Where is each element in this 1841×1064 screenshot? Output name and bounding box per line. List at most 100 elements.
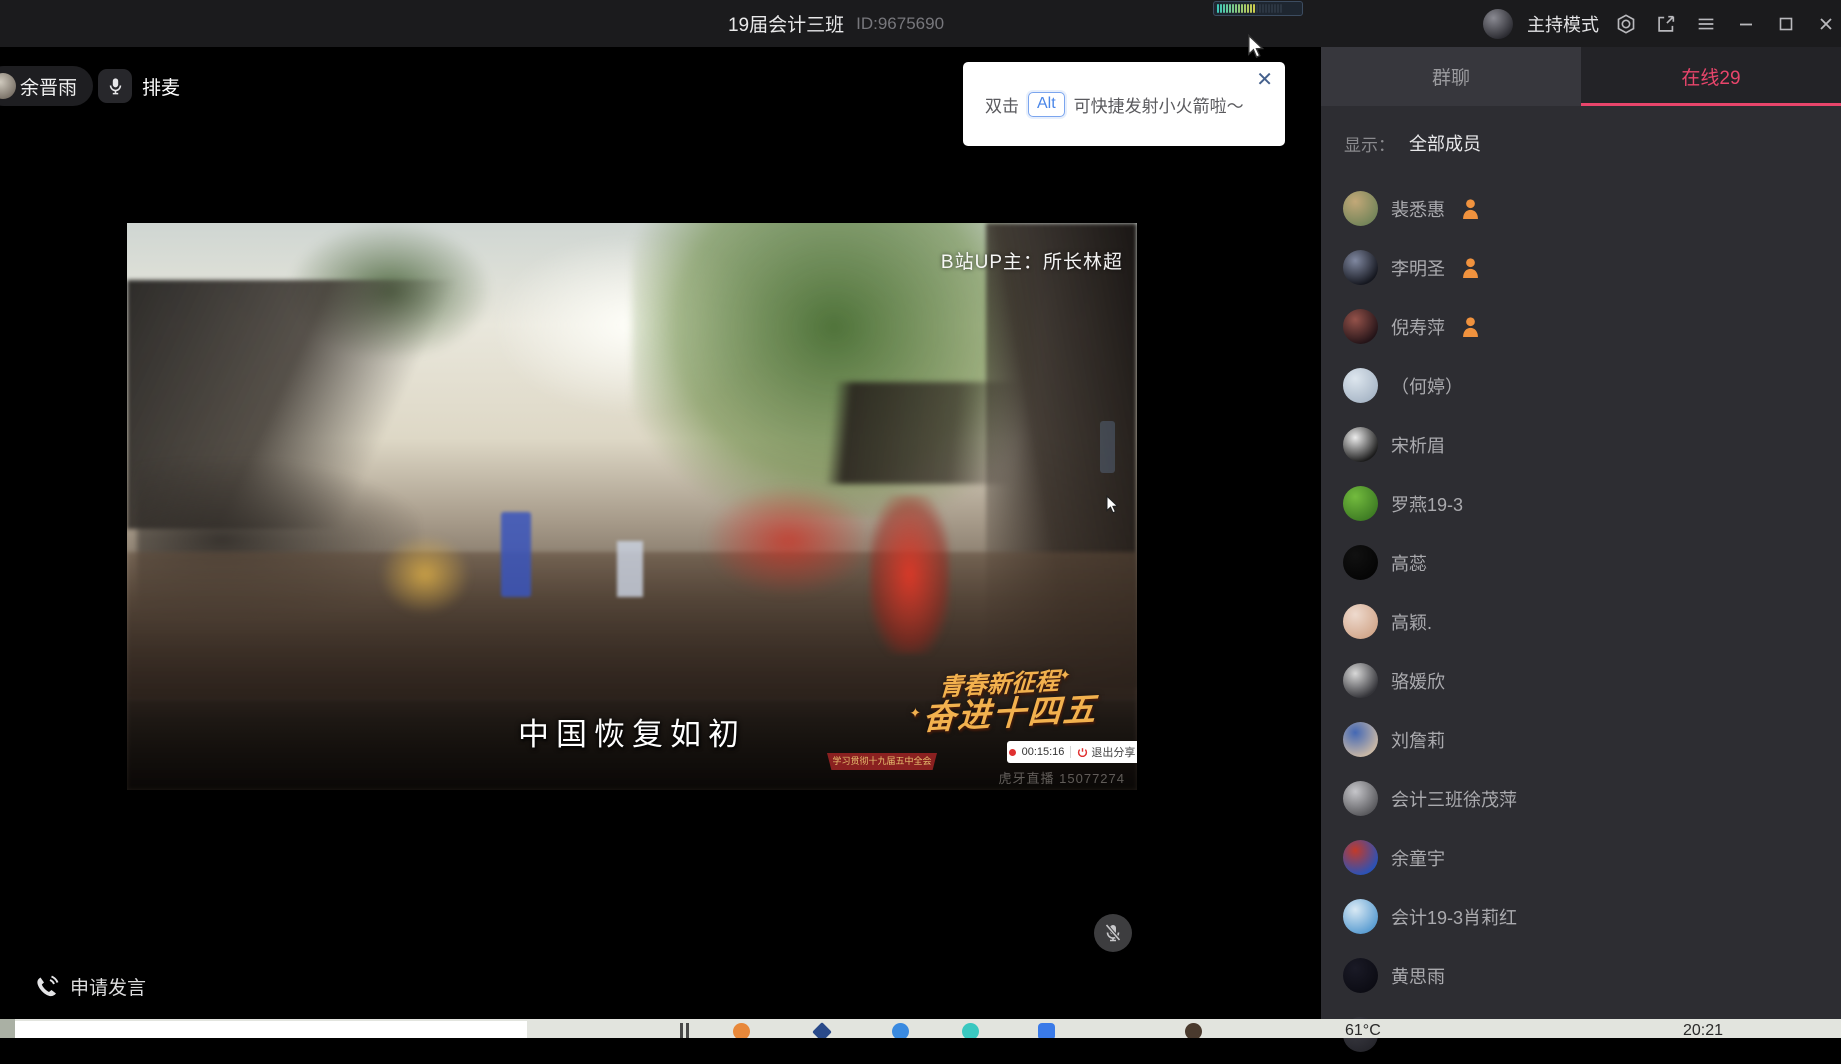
member-list-item[interactable]: 黄思雨 (1321, 946, 1841, 1005)
member-list-item[interactable]: 高颖. (1321, 592, 1841, 651)
video-stage: 余晋雨 排麦 B (0, 47, 1321, 1019)
avatar (0, 73, 16, 99)
member-list-item[interactable]: 高蕊 (1321, 533, 1841, 592)
member-name: 会计19-3肖莉红 (1391, 904, 1517, 930)
member-name: 刘詹莉 (1391, 727, 1445, 753)
member-list-item[interactable]: 罗燕19-3 (1321, 474, 1841, 533)
taskbar-clock[interactable]: 20:21 (1683, 1022, 1723, 1038)
member-list-item[interactable]: 骆媛欣 (1321, 651, 1841, 710)
settings-gear-icon[interactable] (1613, 11, 1639, 37)
power-icon (1077, 747, 1088, 758)
member-list: 裴悉惠 李明圣 倪寿萍 （何婷） 宋析眉 (1321, 179, 1841, 1064)
filter-label: 显示： (1344, 131, 1395, 156)
call-icon (34, 974, 60, 1000)
host-mode-label[interactable]: 主持模式 (1527, 11, 1599, 37)
member-filter-row: 显示： 全部成员 (1344, 130, 1481, 156)
request-speak-label: 申请发言 (70, 973, 146, 1000)
video-side-tab[interactable] (1100, 421, 1115, 473)
mic-queue-label: 排麦 (142, 73, 180, 100)
member-avatar (1343, 486, 1378, 521)
page-title: 19届会计三班 (728, 10, 844, 37)
tab-online-members[interactable]: 在线29 (1581, 47, 1841, 106)
teal-app-icon[interactable] (962, 1023, 979, 1038)
avatar[interactable] (1483, 9, 1513, 39)
exit-share-button[interactable]: 退出分享 (1077, 744, 1135, 760)
maximize-button[interactable] (1773, 11, 1799, 37)
microphone-icon[interactable] (98, 69, 132, 103)
member-name: 高蕊 (1391, 550, 1427, 576)
video-cursor-icon (1105, 495, 1120, 515)
mic-queue-button[interactable]: 排麦 (98, 69, 180, 103)
os-taskbar[interactable]: 61°C 20:21 (0, 1019, 1841, 1038)
member-avatar (1343, 781, 1378, 816)
open-external-icon[interactable] (1653, 11, 1679, 37)
tooltip-message: 可快捷发射小火箭啦～ (1074, 92, 1244, 117)
member-name: 会计三班徐茂萍 (1391, 786, 1517, 812)
sidebar: 群聊 在线29 显示： 全部成员 裴悉惠 李明圣 倪寿萍 (1321, 47, 1841, 1038)
member-list-item[interactable]: 余童宇 (1321, 828, 1841, 887)
member-list-item[interactable]: 裴悉惠 (1321, 179, 1841, 238)
member-list-item[interactable]: （何婷） (1321, 356, 1841, 415)
member-avatar (1343, 958, 1378, 993)
member-name: 倪寿萍 (1391, 314, 1445, 340)
member-avatar (1343, 368, 1378, 403)
mic-muted-button[interactable] (1094, 914, 1132, 952)
close-button[interactable] (1813, 11, 1839, 37)
speaker-name: 余晋雨 (20, 73, 77, 100)
member-list-item[interactable]: 会计三班徐茂萍 (1321, 769, 1841, 828)
active-tab-underline (1581, 103, 1841, 106)
member-name: 裴悉惠 (1391, 196, 1445, 222)
video-subtitle: 中国恢复如初 (518, 709, 746, 754)
member-badge-icon (1460, 315, 1481, 338)
member-avatar (1343, 604, 1378, 639)
request-speak-button[interactable]: 申请发言 (34, 973, 146, 1000)
navy-app-icon[interactable] (812, 1022, 832, 1038)
recording-dot-icon (1009, 749, 1016, 756)
blue-square-app-icon[interactable] (1038, 1023, 1055, 1038)
member-name: 李明圣 (1391, 255, 1445, 281)
orange-app-icon[interactable] (733, 1023, 750, 1038)
share-timer: 00:15:16 (1022, 746, 1065, 758)
stream-watermark: 虎牙直播 15077274 (999, 768, 1125, 787)
taskbar-window-preview[interactable] (15, 1021, 527, 1038)
sidebar-tabs: 群聊 在线29 (1321, 47, 1841, 106)
alt-key-badge: Alt (1028, 92, 1065, 117)
current-speaker-badge: 余晋雨 (0, 66, 93, 106)
dark-app-icon[interactable] (1185, 1023, 1202, 1038)
video-slogan-overlay: 青春新征程✦ ✦奋进十四五 (898, 665, 1111, 737)
tab-group-chat[interactable]: 群聊 (1321, 47, 1581, 106)
member-list-item[interactable]: 倪寿萍 (1321, 297, 1841, 356)
member-name: 黄思雨 (1391, 963, 1445, 989)
star-icon: ✦ (1059, 666, 1072, 683)
paused-media-icon[interactable] (680, 1023, 690, 1038)
member-list-item[interactable]: 李明圣 (1321, 238, 1841, 297)
title-bar: 19届会计三班 ID:9675690 主持模式 (0, 0, 1841, 47)
close-icon[interactable]: ✕ (1256, 70, 1273, 90)
shared-screen-video: B站UP主：所长林超 中国恢复如初 青春新征程✦ ✦奋进十四五 学习贯彻十九届五… (127, 223, 1137, 790)
member-list-item[interactable]: 刘詹莉 (1321, 710, 1841, 769)
member-list-item[interactable]: 宋析眉 (1321, 415, 1841, 474)
rocket-hint-tooltip: 双击 Alt 可快捷发射小火箭啦～ ✕ (963, 62, 1285, 146)
member-name: 宋析眉 (1391, 432, 1445, 458)
member-avatar (1343, 722, 1378, 757)
member-name: 余童宇 (1391, 845, 1445, 871)
mouse-cursor (1246, 34, 1266, 60)
audio-level-meter (1213, 1, 1303, 16)
menu-icon[interactable] (1693, 11, 1719, 37)
blue-app-icon[interactable] (892, 1023, 909, 1038)
taskbar-temperature: 61°C (1345, 1022, 1381, 1038)
member-avatar (1343, 250, 1378, 285)
member-name: 高颖. (1391, 609, 1432, 635)
tooltip-action: 双击 (985, 92, 1019, 117)
mic-off-icon (1104, 923, 1122, 943)
member-name: 骆媛欣 (1391, 668, 1445, 694)
member-name: 罗燕19-3 (1391, 491, 1463, 517)
screen-share-control-pill: 00:15:16 退出分享 (1007, 741, 1137, 763)
member-list-item[interactable]: 会计19-3肖莉红 (1321, 887, 1841, 946)
minimize-button[interactable] (1733, 11, 1759, 37)
star-icon: ✦ (909, 704, 924, 721)
room-id: ID:9675690 (856, 14, 944, 34)
video-slogan-banner: 学习贯彻十九届五中全会 (827, 753, 937, 770)
filter-value-dropdown[interactable]: 全部成员 (1409, 130, 1481, 156)
member-name: （何婷） (1391, 373, 1463, 399)
